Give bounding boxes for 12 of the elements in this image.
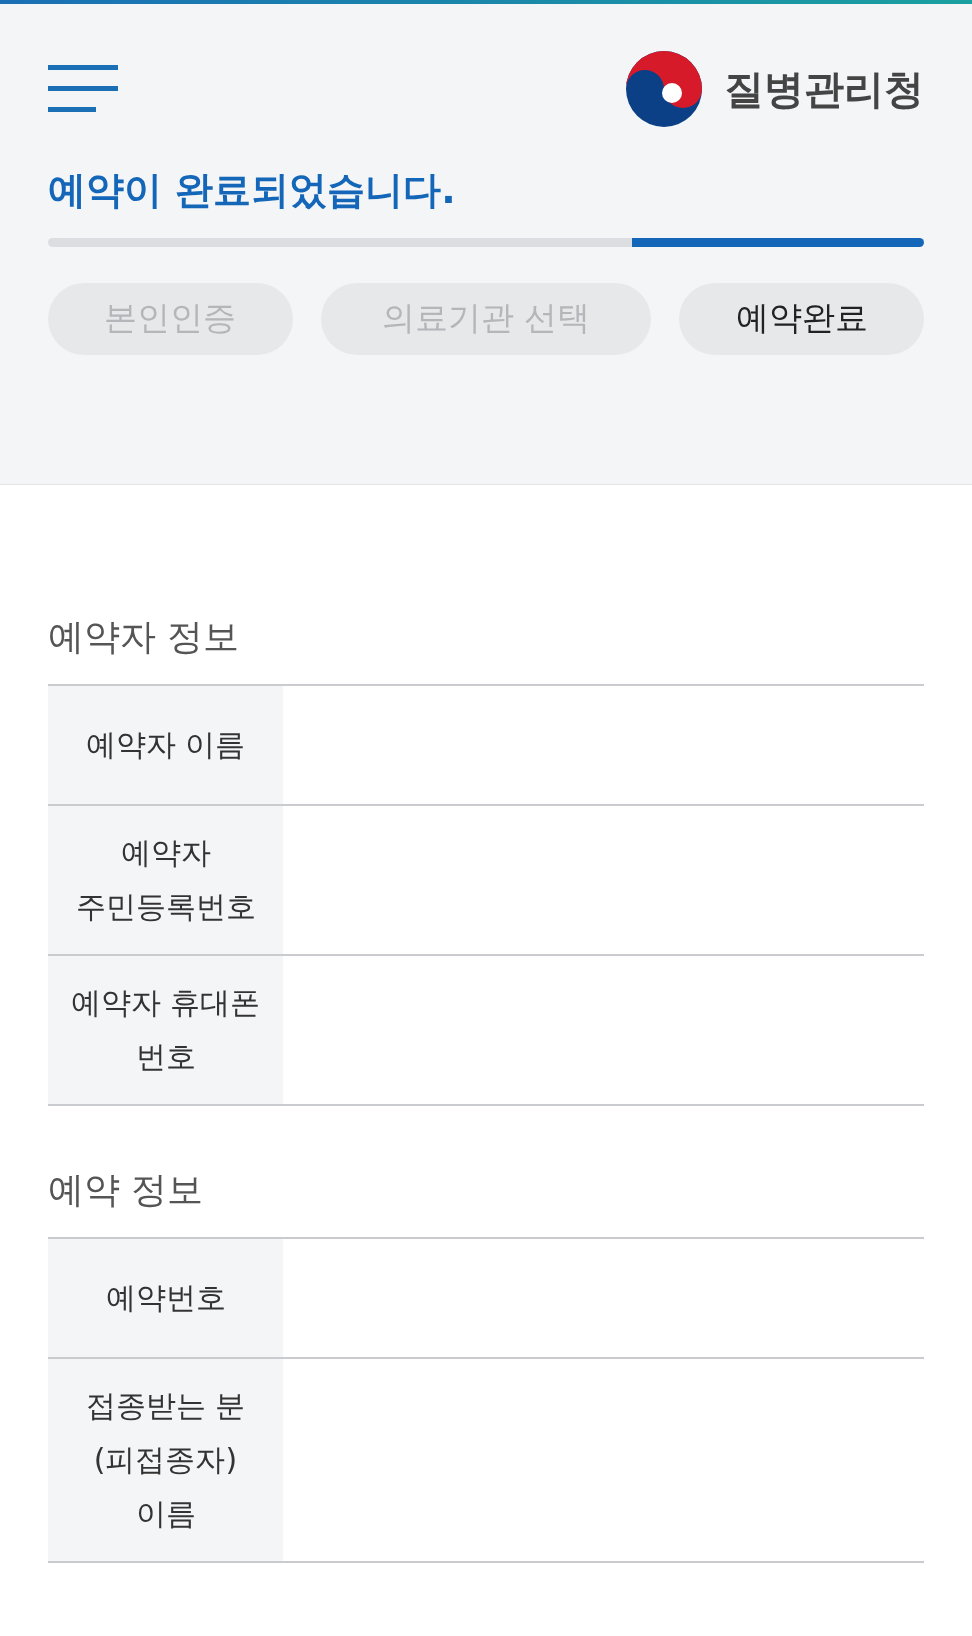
field-label: 예약자 주민등록번호 (48, 806, 283, 954)
page-title: 예약이 완료되었습니다. (48, 168, 457, 214)
step-pill: 예약완료 (679, 282, 924, 355)
field-label: 예약자 휴대폰 번호 (48, 956, 283, 1104)
section-title: 예약 정보 (48, 1168, 205, 1212)
agency-name: 질병관리청 (724, 64, 924, 114)
menu-icon[interactable] (48, 65, 118, 113)
section-title: 예약자 정보 (48, 615, 241, 659)
emblem-icon (624, 49, 704, 129)
field-label: 예약자 이름 (48, 686, 283, 804)
field-label: 접종받는 분(피접종자) 이름 (48, 1359, 283, 1561)
field-label: 예약번호 (48, 1239, 283, 1357)
